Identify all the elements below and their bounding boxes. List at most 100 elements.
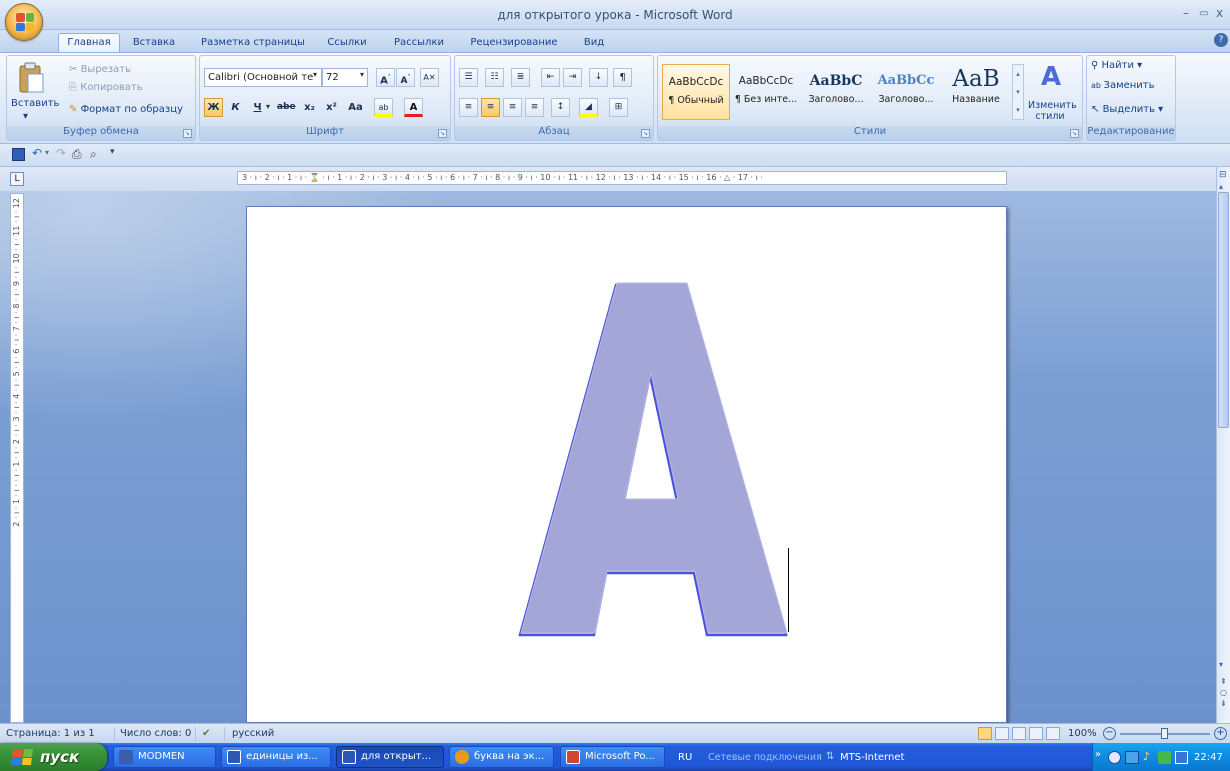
outline-icon[interactable] bbox=[1029, 727, 1043, 740]
scroll-up-icon[interactable]: ▴ bbox=[1219, 182, 1223, 191]
help-icon[interactable]: ? bbox=[1214, 33, 1228, 47]
bold-button[interactable]: Ж bbox=[204, 98, 223, 117]
redo-icon[interactable]: ↷ bbox=[56, 146, 66, 160]
font-name-select[interactable]: Calibri (Основной те bbox=[204, 68, 322, 87]
tray-app-icon[interactable] bbox=[1158, 751, 1171, 764]
tab-insert[interactable]: Вставка bbox=[128, 34, 180, 52]
align-left-icon[interactable]: ≡ bbox=[459, 98, 478, 117]
proofing-icon[interactable]: ✔ bbox=[202, 728, 210, 739]
page-count[interactable]: Страница: 1 из 1 bbox=[6, 728, 95, 739]
connection-name[interactable]: MTS-Internet bbox=[840, 752, 904, 763]
print-layout-icon[interactable] bbox=[978, 727, 992, 740]
clear-formatting-icon[interactable]: A✕ bbox=[420, 68, 439, 87]
pilcrow-icon[interactable]: ¶ bbox=[613, 68, 632, 87]
subscript-button[interactable]: x₂ bbox=[300, 98, 319, 117]
style-heading-1[interactable]: AaBbC Заголово... bbox=[802, 64, 870, 120]
zoom-out-icon[interactable]: − bbox=[1103, 727, 1116, 740]
style-title[interactable]: AaB Название bbox=[942, 64, 1010, 120]
customize-qat-icon[interactable]: ▾ bbox=[110, 147, 115, 157]
replace-button[interactable]: ab Заменить bbox=[1091, 80, 1155, 91]
copy-button[interactable]: ⎘ Копировать bbox=[69, 82, 143, 93]
tray-word-icon[interactable] bbox=[1175, 751, 1188, 764]
taskbar-item-letter[interactable]: буква на эк... bbox=[449, 746, 554, 768]
horizontal-ruler[interactable]: 3 · ı · 2 · ı · 1 · ı · ⌛ · ı · 1 · ı · … bbox=[237, 171, 1007, 185]
underline-button[interactable]: Ч bbox=[248, 98, 267, 117]
vertical-ruler[interactable]: 2 · ı · 1 · ı · · ı · 1 · ı · 2 · ı · 3 … bbox=[10, 193, 24, 723]
find-button[interactable]: ⚲ Найти ▾ bbox=[1091, 60, 1142, 71]
undo-icon[interactable]: ↶ bbox=[32, 146, 42, 160]
document-page[interactable] bbox=[246, 206, 1007, 723]
tab-home[interactable]: Главная bbox=[58, 33, 120, 53]
tray-back-icon[interactable] bbox=[1108, 751, 1121, 764]
numbering-icon[interactable]: ☷ bbox=[485, 68, 504, 87]
highlight-icon[interactable]: ab bbox=[374, 98, 393, 117]
close-button[interactable]: x bbox=[1216, 6, 1223, 20]
taskbar-item-modmen[interactable]: MODMEN bbox=[113, 746, 216, 768]
select-button[interactable]: ↖ Выделить ▾ bbox=[1091, 104, 1163, 115]
tab-references[interactable]: Ссылки bbox=[322, 34, 372, 52]
restore-button[interactable]: ▭ bbox=[1199, 8, 1208, 19]
strikethrough-button[interactable]: abe bbox=[276, 98, 296, 117]
tab-view[interactable]: Вид bbox=[576, 34, 612, 52]
italic-button[interactable]: К bbox=[226, 98, 245, 117]
multilevel-list-icon[interactable]: ≣ bbox=[511, 68, 530, 87]
borders-icon[interactable]: ⊞ bbox=[609, 98, 628, 117]
increase-indent-icon[interactable]: ⇥ bbox=[563, 68, 582, 87]
line-spacing-icon[interactable]: ↕ bbox=[551, 98, 570, 117]
align-right-icon[interactable]: ≡ bbox=[503, 98, 522, 117]
scroll-down-icon[interactable]: ▾ bbox=[1219, 660, 1223, 669]
style-normal[interactable]: AaBbCcDc ¶ Обычный bbox=[662, 64, 730, 120]
justify-icon[interactable]: ≡ bbox=[525, 98, 544, 117]
zoom-thumb[interactable] bbox=[1161, 728, 1168, 739]
clipboard-launcher-icon[interactable]: ↘ bbox=[183, 129, 192, 138]
clock[interactable]: 22:47 bbox=[1194, 752, 1223, 763]
font-size-dropdown-icon[interactable]: ▾ bbox=[360, 70, 364, 79]
style-heading-2[interactable]: AaBbCc Заголово... bbox=[872, 64, 940, 120]
zoom-level[interactable]: 100% bbox=[1068, 728, 1097, 739]
print-icon[interactable]: ⎙ bbox=[72, 147, 82, 162]
superscript-button[interactable]: x² bbox=[322, 98, 341, 117]
tray-expand-icon[interactable]: » bbox=[1095, 749, 1101, 760]
align-center-icon[interactable]: ≡ bbox=[481, 98, 500, 117]
taskbar-item-word-active[interactable]: для открыт... bbox=[336, 746, 444, 768]
print-preview-icon[interactable]: ⌕ bbox=[90, 147, 97, 162]
taskbar-item-powerpoint[interactable]: Microsoft Po... bbox=[560, 746, 665, 768]
change-case-button[interactable]: Aa bbox=[346, 98, 365, 117]
browse-object-icon[interactable]: ⇞ ○ ⇟ bbox=[1220, 676, 1227, 709]
change-styles-button[interactable]: Изменить стили bbox=[1028, 100, 1077, 122]
web-layout-icon[interactable] bbox=[1012, 727, 1026, 740]
minimize-button[interactable]: – bbox=[1183, 6, 1189, 20]
shading-icon[interactable]: ◢ bbox=[579, 98, 598, 117]
shrink-font-button[interactable]: A˅ bbox=[396, 68, 415, 87]
font-launcher-icon[interactable]: ↘ bbox=[438, 129, 447, 138]
paragraph-launcher-icon[interactable]: ↘ bbox=[641, 129, 650, 138]
tray-volume-icon[interactable]: ♪ bbox=[1143, 750, 1150, 763]
word-count[interactable]: Число слов: 0 bbox=[120, 728, 191, 739]
draft-icon[interactable] bbox=[1046, 727, 1060, 740]
tab-page-layout[interactable]: Разметка страницы bbox=[196, 34, 310, 52]
ruler-toggle-icon[interactable]: ⊟ bbox=[1219, 170, 1227, 180]
language-bar[interactable]: RU bbox=[678, 752, 692, 763]
zoom-in-icon[interactable]: + bbox=[1214, 727, 1227, 740]
grow-font-button[interactable]: A˄ bbox=[376, 68, 395, 87]
font-color-icon[interactable]: A bbox=[404, 98, 423, 117]
network-connections-label[interactable]: Сетевые подключения bbox=[708, 752, 822, 763]
font-name-dropdown-icon[interactable]: ▾ bbox=[313, 70, 317, 79]
cut-button[interactable]: ✂ Вырезать bbox=[69, 64, 131, 75]
save-icon[interactable] bbox=[12, 148, 25, 161]
office-button[interactable] bbox=[5, 3, 43, 41]
sort-icon[interactable]: ↓ bbox=[589, 68, 608, 87]
scrollbar-thumb[interactable] bbox=[1218, 192, 1229, 428]
tray-network-icon[interactable] bbox=[1125, 751, 1139, 764]
format-painter-button[interactable]: ✎ Формат по образцу bbox=[69, 104, 183, 115]
paste-button[interactable]: Вставить bbox=[11, 98, 59, 109]
styles-launcher-icon[interactable]: ↘ bbox=[1070, 129, 1079, 138]
language-indicator[interactable]: русский bbox=[232, 728, 274, 739]
bullets-icon[interactable]: ☰ bbox=[459, 68, 478, 87]
tab-mailings[interactable]: Рассылки bbox=[388, 34, 450, 52]
taskbar-item-units[interactable]: единицы из... bbox=[221, 746, 331, 768]
full-screen-reading-icon[interactable] bbox=[995, 727, 1009, 740]
decrease-indent-icon[interactable]: ⇤ bbox=[541, 68, 560, 87]
tab-review[interactable]: Рецензирование bbox=[464, 34, 564, 52]
tab-selector-icon[interactable]: L bbox=[10, 172, 24, 186]
